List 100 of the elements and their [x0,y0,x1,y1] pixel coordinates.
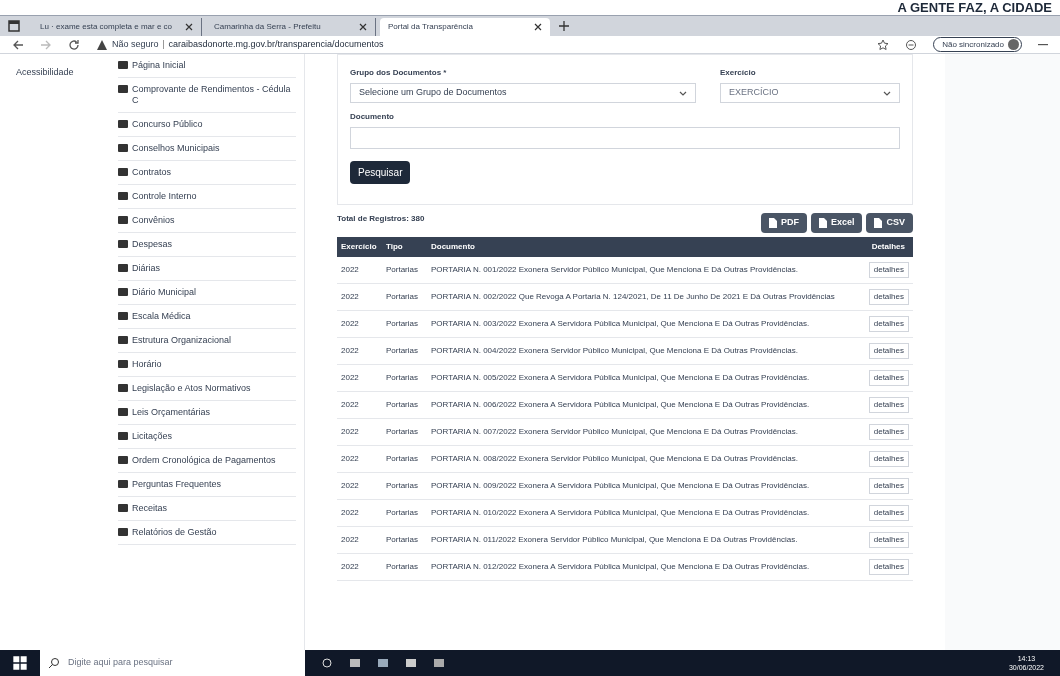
year-cell-text: 2022 [340,292,360,302]
square-icon [118,359,128,369]
address-bar[interactable]: Não seguro caraibasdonorte.mg.gov.br/transparencia/documentos [96,37,862,52]
task-view-icon[interactable] [321,657,333,669]
year-cell-text: 2022 [340,265,360,275]
square-icon [118,455,128,465]
sidebar-item[interactable]: Controle Interno [118,185,296,209]
square-icon [118,215,128,225]
type-cell-text: Portarias [385,373,419,383]
type-cell-text: Portarias [385,427,419,437]
app-icon[interactable] [433,657,445,669]
sidebar-item[interactable]: Licitações [118,425,296,449]
sidebar-item[interactable]: Conselhos Municipais [118,137,296,161]
details-button[interactable]: detalhes [868,478,909,494]
details-button[interactable]: detalhes [868,316,909,332]
square-icon [118,239,128,249]
field-label: Exercício [720,67,757,79]
column-header: Exercício [340,241,378,253]
type-cell-text: Portarias [385,265,419,275]
document-cell-text: PORTARIA N. 002/2022 Que Revoga A Portaria N. 124/2021, De 11 De Junho De 2021 E Dá Outras Providências [430,292,836,302]
details-button[interactable]: detalhes [868,289,909,305]
sidebar-item[interactable]: Horário [118,353,296,377]
year-cell-text: 2022 [340,562,360,572]
star-icon[interactable] [877,38,890,51]
sidebar-item[interactable]: Página Inicial [118,54,296,78]
sidebar-item[interactable]: Diário Municipal [118,281,296,305]
file-icon [874,218,883,228]
square-icon [118,431,128,441]
sidebar-item[interactable]: Receitas [118,497,296,521]
type-cell-text: Portarias [385,292,419,302]
year-cell-text: 2022 [340,346,360,356]
export-button[interactable]: Excel [810,213,863,233]
new-tab-icon[interactable] [558,20,570,32]
sidebar-item[interactable]: Perguntas Frequentes [118,473,296,497]
square-icon [118,479,128,489]
window-icon[interactable] [8,20,20,32]
sidebar-item[interactable]: Convênios [118,209,296,233]
document-input[interactable] [350,127,900,149]
details-button[interactable]: detalhes [868,424,909,440]
year-cell-text: 2022 [340,508,360,518]
details-button[interactable]: detalhes [868,505,909,521]
browser-tab[interactable]: Portal da Transparência [380,18,550,36]
year-cell-text: 2022 [340,319,360,329]
square-icon [118,335,128,345]
sidebar-item[interactable]: Relatórios de Gestão [118,521,296,545]
accessibility-link[interactable]: Acessibilidade [16,67,74,77]
sidebar-item[interactable]: Comprovante de Rendimentos - Cédula C [118,78,296,113]
type-cell-text: Portarias [385,535,419,545]
document-cell-text: PORTARIA N. 003/2022 Exonera A Servidora Pública Municipal, Que Menciona E Dá Outras Providências. [430,319,811,329]
sidebar-item[interactable]: Estrutura Organizacional [118,329,296,353]
app-icon[interactable] [377,657,389,669]
sidebar-item[interactable]: Ordem Cronológica de Pagamentos [118,449,296,473]
square-icon [118,383,128,393]
type-cell-text: Portarias [385,400,419,410]
back-arrow-icon[interactable] [12,38,24,51]
reload-icon[interactable] [68,38,80,51]
app-icon[interactable] [405,657,417,669]
details-button[interactable]: detalhes [868,451,909,467]
app-icon[interactable] [349,657,361,669]
taskbar-search-field[interactable]: Digite aqui para pesquisar [40,650,305,676]
sidebar-item[interactable]: Diárias [118,257,296,281]
type-cell-text: Portarias [385,454,419,464]
square-icon [118,167,128,177]
column-header: Detalhes [870,241,906,253]
minus-icon[interactable] [1038,43,1048,46]
year-cell-text: 2022 [340,373,360,383]
sidebar-item[interactable]: Leis Orçamentárias [118,401,296,425]
details-button[interactable]: detalhes [868,262,909,278]
page-heading: A GENTE FAZ, A CIDADE [897,0,1052,15]
details-button[interactable]: detalhes [868,343,909,359]
square-icon [118,60,128,70]
document-cell-text: PORTARIA N. 011/2022 Exonera Servidor Público Municipal, Que Menciona E Dá Outras Providências. [430,535,799,545]
document-cell-text: PORTARIA N. 006/2022 Exonera A Servidora Pública Municipal, Que Menciona E Dá Outras Providências. [430,400,811,410]
group-select[interactable]: Selecione um Grupo de Documentos [350,83,696,103]
close-icon[interactable] [185,23,193,31]
sidebar-item[interactable]: Contratos [118,161,296,185]
details-button[interactable]: detalhes [868,397,909,413]
details-button[interactable]: detalhes [868,559,909,575]
year-select[interactable]: EXERCÍCIO [720,83,900,103]
document-cell-text: PORTARIA N. 004/2022 Exonera Servidor Público Municipal, Que Menciona E Dá Outras Providências. [430,346,799,356]
close-icon[interactable] [534,23,542,31]
sidebar-item[interactable]: Concurso Público [118,113,296,137]
export-button[interactable]: PDF [760,213,807,233]
square-icon [118,503,128,513]
search-button[interactable]: Pesquisar [350,161,411,184]
sidebar-item[interactable]: Despesas [118,233,296,257]
close-icon[interactable] [359,23,367,31]
sidebar-item[interactable]: Legislação e Atos Normativos [118,377,296,401]
search-icon [48,657,60,669]
url-text: caraibasdonorte.mg.gov.br/transparencia/documentos [168,37,384,51]
sidebar-item[interactable]: Escala Médica [118,305,296,329]
security-label: Não seguro [112,37,159,51]
details-button[interactable]: detalhes [868,370,909,386]
document-cell-text: PORTARIA N. 007/2022 Exonera Servidor Público Municipal, Que Menciona E Dá Outras Providências. [430,427,799,437]
windows-start-icon[interactable] [12,655,28,671]
export-button[interactable]: CSV [866,213,913,233]
square-icon [118,143,128,153]
collections-icon[interactable] [905,38,918,51]
type-cell-text: Portarias [385,481,419,491]
details-button[interactable]: detalhes [868,532,909,548]
